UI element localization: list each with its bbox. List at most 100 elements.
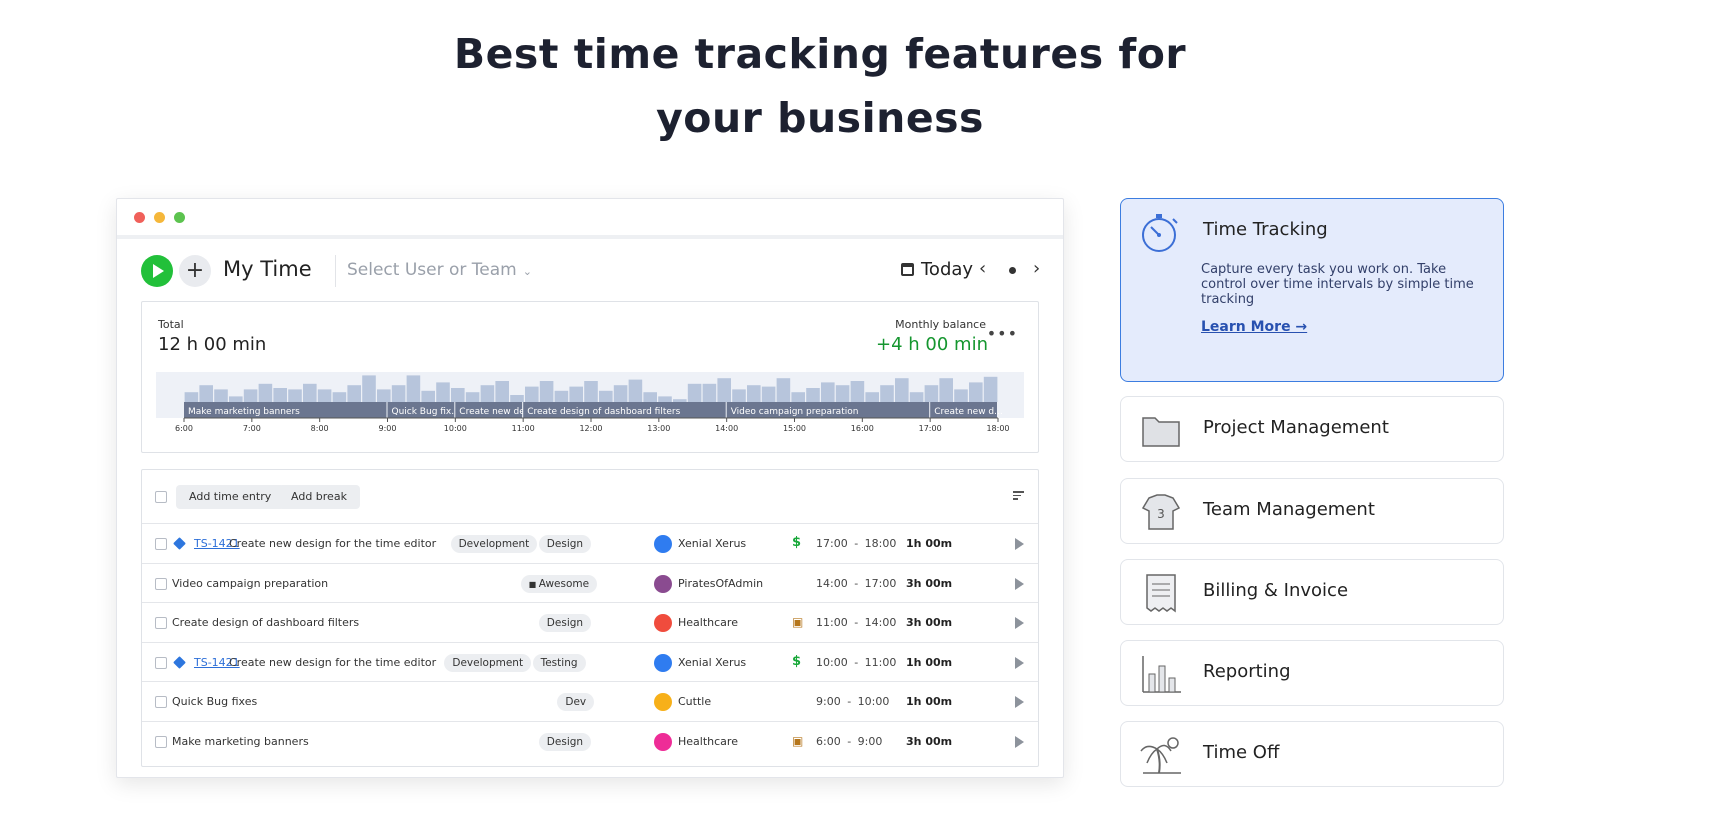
time-range[interactable]: 14:00 - 17:00 [816,577,896,590]
hero-title-line2: your business [656,94,984,142]
x-tick-label: 13:00 [647,424,670,433]
play-icon[interactable] [1015,735,1024,748]
feature-card-bar-chart[interactable]: Reporting [1120,640,1504,706]
feature-card-stopwatch[interactable]: Time Tracking Capture every task you work… [1120,198,1504,382]
window-maximize-dot[interactable] [174,212,185,223]
current-day-dot[interactable] [1009,267,1016,274]
table-row[interactable]: TS-1421 Create new design for the time ed… [142,524,1038,564]
duration[interactable]: 3h 00m [906,616,952,629]
time-range[interactable]: 9:00 - 10:00 [816,695,889,708]
select-all-checkbox[interactable] [155,491,167,503]
play-icon[interactable] [1015,538,1024,550]
row-checkbox[interactable] [155,577,167,590]
x-tick-label: 18:00 [986,424,1009,433]
tag-badge[interactable]: Development [450,535,538,553]
row-checkbox[interactable] [155,696,167,708]
start-timer-button[interactable] [141,255,173,287]
tag-badge[interactable]: Design [538,614,592,632]
add-entry-button[interactable]: + [179,255,211,287]
activity-bar [628,379,643,402]
time-range[interactable]: 6:00 - 9:00 [816,735,882,748]
play-icon[interactable] [1015,577,1024,590]
tag-badge[interactable]: Development [444,653,532,672]
play-icon[interactable] [1015,617,1024,629]
duration[interactable]: 1h 00m [906,537,952,550]
task-name[interactable]: Make marketing banners [172,735,309,748]
tag-badge[interactable]: Design [538,732,592,751]
feature-title: Reporting [1203,661,1291,682]
activity-bar [525,386,539,402]
client-name[interactable]: Xenial Xerus [678,537,746,550]
activity-bar [391,385,406,402]
row-checkbox[interactable] [155,538,167,550]
task-name[interactable]: Create new design for the time editor [229,656,436,669]
tag-badge[interactable]: Dev [557,693,595,711]
tag-label: Awesome [538,577,590,590]
billable-dollar-icon[interactable]: $ [792,535,801,550]
time-separator: - [847,655,865,669]
duration[interactable]: 3h 00m [906,735,952,748]
task-name[interactable]: Quick Bug fixes [172,695,257,708]
sort-icon[interactable] [1013,491,1024,500]
x-tick-label: 8:00 [311,424,329,433]
client-name[interactable]: PiratesOfAdmin [678,577,763,590]
hero-title: Best time tracking features for your bus… [0,22,1640,150]
play-icon[interactable] [1015,696,1024,708]
activity-bar [317,389,332,402]
table-row[interactable]: Create design of dashboard filters Design… [142,603,1038,643]
duration[interactable]: 3h 00m [906,577,952,590]
tag-badge[interactable]: Testing [532,653,586,672]
user-team-select[interactable]: Select User or Team ⌄ [347,260,532,280]
client-name[interactable]: Cuttle [678,695,711,708]
tag-label: Design [546,617,584,629]
lock-icon[interactable]: ▣ [792,734,803,748]
duration[interactable]: 1h 00m [906,695,952,708]
feature-card-receipt[interactable]: Billing & Invoice [1120,559,1504,625]
chevron-right-icon[interactable]: › [1033,258,1040,279]
task-name[interactable]: Create new design for the time editor [229,537,436,550]
client-name[interactable]: Healthcare [678,735,738,748]
duration[interactable]: 1h 00m [906,656,952,669]
activity-bar [717,378,731,402]
tag-badge[interactable]: ■ Awesome [520,574,598,593]
user-team-select-placeholder: Select User or Team [347,260,517,280]
activity-bar [243,389,258,402]
learn-more-link[interactable]: Learn More → [1201,319,1307,335]
add-time-entry-button[interactable]: Add time entry [176,485,285,509]
chevron-left-icon[interactable]: ‹ [979,258,986,279]
activity-bar [554,390,569,402]
activity-bar [850,381,865,402]
row-checkbox[interactable] [155,656,167,669]
window-minimize-dot[interactable] [154,212,165,223]
feature-card-folder[interactable]: Project Management [1120,396,1504,462]
table-row[interactable]: Quick Bug fixes Dev Cuttle 9:00 - 10:00 1h 0… [142,682,1038,722]
client-name[interactable]: Xenial Xerus [678,656,746,669]
table-row[interactable]: Make marketing banners Design Healthcare ▣ 6… [142,722,1038,762]
row-checkbox[interactable] [155,735,167,748]
table-row[interactable]: TS-1421 Create new design for the time ed… [142,643,1038,682]
calendar-icon[interactable] [901,263,914,276]
add-break-button[interactable]: Add break [278,485,360,509]
feature-card-team-shirt[interactable]: 3 Team Management [1120,478,1504,544]
row-checkbox[interactable] [155,617,167,629]
tag-badge[interactable]: Design [538,535,592,553]
feature-card-palm-tree[interactable]: Time Off [1120,721,1504,787]
lock-icon[interactable]: ▣ [792,615,803,629]
start-time: 9:00 [816,695,841,708]
end-time: 18:00 [864,537,897,550]
task-name[interactable]: Create design of dashboard filters [172,616,359,629]
play-icon[interactable] [1015,656,1024,669]
feature-title: Project Management [1203,417,1389,438]
activity-bar [599,390,613,402]
time-range[interactable]: 11:00 - 14:00 [816,616,896,629]
billable-dollar-icon[interactable]: $ [792,654,801,669]
table-row[interactable]: Video campaign preparation ■ Awesome Pirat… [142,564,1038,603]
x-tick-label: 17:00 [919,424,942,433]
task-name[interactable]: Video campaign preparation [172,577,328,590]
date-label[interactable]: Today [921,259,973,280]
time-range[interactable]: 10:00 - 11:00 [816,656,896,669]
more-options-icon[interactable]: ••• [987,324,1018,343]
window-close-dot[interactable] [134,212,145,223]
time-range[interactable]: 17:00 - 18:00 [816,537,896,550]
client-name[interactable]: Healthcare [678,616,738,629]
